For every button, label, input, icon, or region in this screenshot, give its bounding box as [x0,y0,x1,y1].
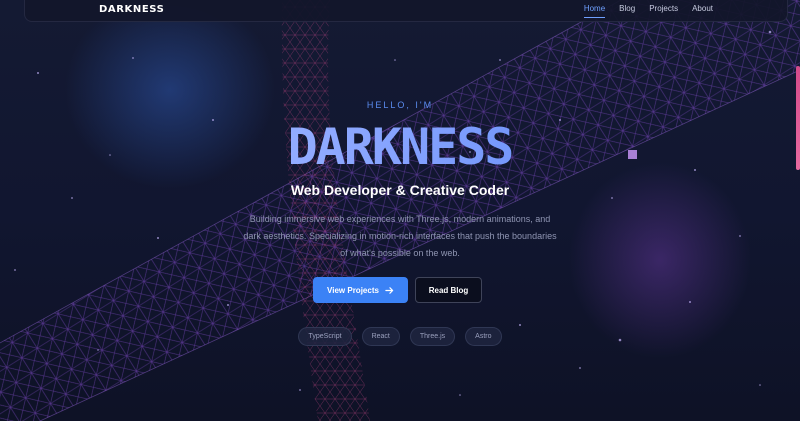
hero-subtitle: Web Developer & Creative Coder [290,182,510,198]
nav-link-about[interactable]: About [692,4,713,16]
top-navbar: DARKNESS Home Blog Projects About [24,0,788,22]
brand-logo[interactable]: DARKNESS [99,4,164,15]
tag-astro: Astro [465,327,502,346]
nav-link-home[interactable]: Home [583,4,606,18]
view-projects-button[interactable]: View Projects [313,277,408,303]
nav-link-projects[interactable]: Projects [649,4,678,16]
nav-links: Home Blog Projects About [570,4,713,18]
tech-tags: TypeScript React Three.js Astro [0,327,800,346]
hero-title: DARKNESS [0,118,800,176]
read-blog-button[interactable]: Read Blog [415,277,482,303]
arrow-right-icon [385,286,394,294]
tag-react: React [361,327,400,346]
hero-description: Building immersive web experiences with … [243,214,557,258]
nav-link-blog[interactable]: Blog [619,4,635,16]
tag-typescript: TypeScript [298,327,352,346]
tag-threejs: Three.js [409,327,456,346]
view-projects-label: View Projects [327,285,379,295]
hero-eyebrow: HELLO, I'M [366,100,434,110]
